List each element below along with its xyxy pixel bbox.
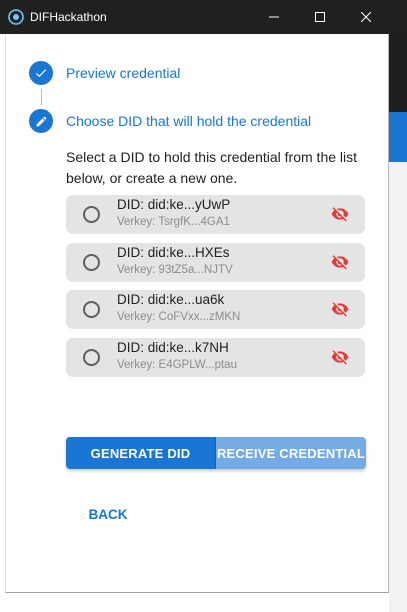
did-list-item[interactable]: DID: did:ke...ua6k Verkey: CoFVxx...zMKN: [66, 290, 365, 329]
close-button[interactable]: [343, 0, 389, 34]
app-logo-icon: [8, 9, 24, 25]
did-verkey: Verkey: 93tZ5a...NJTV: [117, 264, 233, 276]
step-choose-did[interactable]: Choose DID that will hold the credential: [66, 113, 311, 129]
did-verkey: Verkey: E4GPLW...ptau: [117, 359, 237, 371]
generate-did-button[interactable]: GENERATE DID: [66, 437, 216, 469]
did-radio-button[interactable]: [83, 349, 100, 366]
edit-pencil-icon: [36, 116, 46, 126]
step-active-indicator: [29, 109, 53, 133]
background-app-toolbar: [389, 112, 407, 162]
visibility-off-icon: [331, 302, 349, 317]
check-icon: [35, 69, 47, 78]
did-verkey: Verkey: CoFVxx...zMKN: [117, 311, 241, 323]
did-list-item[interactable]: DID: did:ke...yUwP Verkey: TsrgfK...4GA1: [66, 195, 365, 234]
visibility-off-icon: [331, 350, 349, 365]
visibility-off-icon: [331, 255, 349, 270]
did-verkey: Verkey: TsrgfK...4GA1: [117, 216, 230, 228]
did-list-item[interactable]: DID: did:ke...HXEs Verkey: 93tZ5a...NJTV: [66, 243, 365, 282]
did-name: DID: did:ke...HXEs: [117, 245, 230, 260]
background-app-header: [389, 34, 407, 112]
window-titlebar: DIFHackathon: [0, 0, 407, 34]
maximize-icon: [315, 12, 325, 22]
visibility-off-icon: [331, 207, 349, 222]
minimize-button[interactable]: [251, 0, 297, 34]
stepper-connector: [41, 89, 42, 105]
did-name: DID: did:ke...yUwP: [117, 197, 231, 212]
did-name: DID: did:ke...k7NH: [117, 340, 229, 355]
receive-credential-button[interactable]: RECEIVE CREDENTIAL: [216, 437, 366, 469]
action-button-group: GENERATE DID RECEIVE CREDENTIAL: [66, 437, 366, 469]
close-icon: [361, 12, 371, 22]
step-completed-indicator: [29, 61, 53, 85]
receive-credential-dialog: Preview credential Choose DID that will …: [5, 34, 389, 593]
back-button[interactable]: BACK: [78, 499, 138, 529]
did-radio-button[interactable]: [83, 206, 100, 223]
did-list-item[interactable]: DID: did:ke...k7NH Verkey: E4GPLW...ptau: [66, 338, 365, 377]
minimize-icon: [269, 16, 279, 18]
window-title: DIFHackathon: [30, 10, 107, 24]
did-radio-button[interactable]: [83, 301, 100, 318]
did-name: DID: did:ke...ua6k: [117, 292, 225, 307]
background-app-content: [389, 162, 407, 612]
did-radio-button[interactable]: [83, 254, 100, 271]
did-selection-instructions: Select a DID to hold this credential fro…: [66, 149, 358, 186]
step-preview-credential[interactable]: Preview credential: [66, 65, 180, 81]
maximize-button[interactable]: [297, 0, 343, 34]
